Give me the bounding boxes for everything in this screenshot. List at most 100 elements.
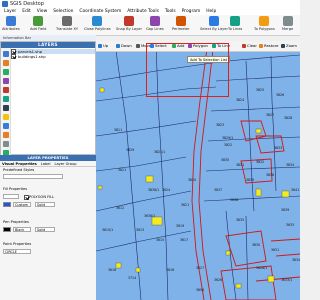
parcel-label: 3830 xyxy=(221,158,229,162)
predefined-styles-select[interactable] xyxy=(3,174,63,179)
layer-tool-icon[interactable] xyxy=(2,123,9,129)
fill-style-select[interactable]: Custom xyxy=(13,202,31,207)
parcel-label: 3714 xyxy=(128,276,136,280)
layer-tool-icon[interactable] xyxy=(2,96,9,102)
snap-by-layer-button[interactable]: Snap By Layer xyxy=(116,16,142,31)
point-shape-select[interactable]: CIRCLE xyxy=(3,249,31,254)
layer-tool-icon[interactable] xyxy=(2,105,9,111)
menu-item-view[interactable]: View xyxy=(37,9,47,14)
parcel-label: 3832 xyxy=(256,160,264,164)
to-polygons-button[interactable]: To Polygons xyxy=(254,16,275,31)
parcel-label: 3630 xyxy=(252,243,260,247)
add-field-button[interactable]: Add Field xyxy=(30,16,46,31)
perimeter-icon xyxy=(175,16,186,26)
ribbon-toolbar: Attributes Add Field Translate XY Close Pol… xyxy=(0,15,300,36)
menu-item-attribute-tools[interactable]: Attribute Tools xyxy=(127,9,159,14)
parcel-label: 3616 xyxy=(166,268,174,272)
ribbon-tool-label: Translate XY xyxy=(56,27,79,31)
layer-tool-icon[interactable] xyxy=(2,69,9,75)
layer-tool-icon[interactable] xyxy=(2,87,9,93)
parcel-label: 3825 xyxy=(256,88,264,92)
pen-color-swatch[interactable] xyxy=(3,227,11,232)
attributes-button[interactable]: Attributes xyxy=(2,16,20,31)
to-lines-button[interactable]: To Lines xyxy=(228,16,242,31)
title-bar: SGIS Desktop xyxy=(0,0,300,8)
layer-tool-icon[interactable] xyxy=(2,132,9,138)
menu-item-coordinate-system[interactable]: Coordinate System xyxy=(79,9,121,14)
parcel-label: 3829 xyxy=(126,148,134,152)
parcel-label: 3833 xyxy=(274,146,282,150)
map-tool-label: Up xyxy=(103,43,109,48)
zoom-icon xyxy=(281,43,285,48)
pen-style-select[interactable]: Solid xyxy=(35,227,55,232)
polygon-fill-label: POLYGON FILL xyxy=(29,194,55,199)
parcel-label: 3634 xyxy=(292,258,300,262)
parcel-label: 3617 xyxy=(180,238,188,242)
menu-item-edit[interactable]: Edit xyxy=(22,9,31,14)
highlight-box xyxy=(146,43,229,97)
tab-visual-properties[interactable]: Visual Properties xyxy=(2,162,37,166)
pen-color-select[interactable]: Black xyxy=(13,227,31,232)
attributes-icon xyxy=(5,16,16,26)
parcel-label: 3836 xyxy=(266,173,274,177)
menu-item-layer[interactable]: Layer xyxy=(4,9,16,14)
map-tool-down[interactable]: Down xyxy=(116,43,132,48)
gap-lines-button[interactable]: Gap Lines xyxy=(146,16,164,31)
snap-by-layer-icon xyxy=(123,16,134,26)
map-tool-clear[interactable]: Clear xyxy=(242,43,257,48)
fill-color-swatch[interactable] xyxy=(3,202,11,207)
parcel-label: 3639 xyxy=(281,208,289,212)
parcel-label: 3637 xyxy=(214,188,222,192)
menu-item-tools[interactable]: Tools xyxy=(165,9,176,14)
layer-tool-icon[interactable] xyxy=(2,51,9,57)
parcel-label: 3635 xyxy=(236,218,244,222)
menu-item-selection[interactable]: Selection xyxy=(53,9,73,14)
gap-lines-icon xyxy=(149,16,160,26)
parcel-label: 3823 xyxy=(216,123,224,127)
parcel-label: 3619 xyxy=(176,224,184,228)
merge-button[interactable]: Merge xyxy=(282,16,293,31)
ribbon-tool-label: Perimeter xyxy=(172,27,190,31)
map-tool-up[interactable]: Up xyxy=(98,43,108,48)
menu-item-program[interactable]: Program xyxy=(182,9,201,14)
fill-pattern-select[interactable]: Solid xyxy=(35,202,55,207)
ribbon-tool-label: Gap Lines xyxy=(146,27,164,31)
translate-xy-button[interactable]: Translate XY xyxy=(56,16,78,31)
layer-tools-strip xyxy=(1,48,11,165)
map-tool-label: Down xyxy=(121,43,132,48)
perimeter-button[interactable]: Perimeter xyxy=(172,16,190,31)
layer-tool-icon[interactable] xyxy=(2,60,9,66)
parcel-label: 3834 xyxy=(286,163,294,167)
map-tool-restore[interactable]: Restore xyxy=(259,43,278,48)
parcel-label: 3615/1 xyxy=(102,228,113,232)
parcel-label: 3613 xyxy=(136,228,144,232)
parcel-label: 3612 xyxy=(116,206,124,210)
tab-layer-group[interactable]: Layer Group xyxy=(54,162,76,166)
ribbon-tool-label: To Polygons xyxy=(254,27,275,31)
menu-item-help[interactable]: Help xyxy=(206,9,216,14)
parcel-label: 3836/1 xyxy=(148,188,159,192)
point-properties-label: Point Properties xyxy=(3,242,32,246)
pen-properties-label: Pen Properties xyxy=(3,220,29,224)
map-tool-label: Clear xyxy=(247,43,257,48)
parcel-label: 3633/1 xyxy=(281,278,292,282)
layer-visibility-checkbox[interactable] xyxy=(11,54,16,59)
parcel-label: 3633 xyxy=(286,223,294,227)
layer-tool-icon[interactable] xyxy=(2,78,9,84)
close-polylines-button[interactable]: Close Polylines xyxy=(84,16,111,31)
parcel-label: 3620 xyxy=(188,178,196,182)
parcel-label: 3621 xyxy=(181,203,189,207)
parcel-label: 3824 xyxy=(236,98,244,102)
map-tool-zoom[interactable]: Zoom xyxy=(281,43,297,48)
parcel-label: 3821 xyxy=(118,168,126,172)
layer-tool-icon[interactable] xyxy=(2,141,9,147)
select-by-layer-icon xyxy=(208,16,219,26)
tab-label[interactable]: Label xyxy=(41,162,51,166)
menu-bar: Layer Edit View Selection Coordinate System A… xyxy=(0,8,300,15)
up-icon xyxy=(98,43,102,48)
parcel-label: 3638 xyxy=(230,198,238,202)
layer-row[interactable]: buildings1.shp xyxy=(11,54,95,59)
layer-tool-icon[interactable] xyxy=(2,114,9,120)
predefined-styles-label: Predefined Styles xyxy=(3,168,35,172)
select-by-layer-button[interactable]: Select By Layer xyxy=(200,16,228,31)
